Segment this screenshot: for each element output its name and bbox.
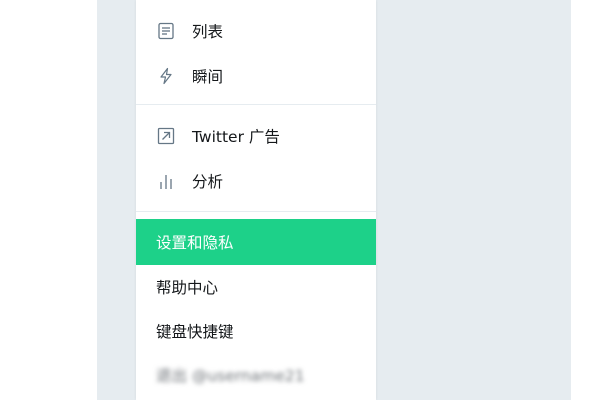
left-margin (0, 0, 97, 400)
menu-item-lists[interactable]: 列表 (136, 8, 376, 54)
menu-item-label: 列表 (192, 23, 224, 41)
menu-item-label: 设置和隐私 (156, 234, 234, 252)
menu-item-moments[interactable]: 瞬间 (136, 53, 376, 99)
menu-divider (136, 104, 376, 105)
menu-item-help-center[interactable]: 帮助中心 (136, 264, 376, 310)
right-margin (571, 0, 600, 400)
lightning-icon (156, 66, 176, 86)
menu-item-label: 帮助中心 (156, 279, 219, 297)
menu-divider (136, 211, 376, 212)
menu-item-logout[interactable]: 退出 @username21 (136, 352, 376, 398)
external-arrow-icon (156, 126, 176, 146)
menu-item-analytics[interactable]: 分析 (136, 158, 376, 204)
menu-item-label: 瞬间 (192, 68, 224, 86)
menu-item-label: 退出 @username21 (156, 367, 305, 385)
list-icon (156, 21, 176, 41)
menu-item-settings-privacy[interactable]: 设置和隐私 (136, 219, 376, 265)
menu-item-label: Twitter 广告 (192, 128, 280, 146)
bar-chart-icon (156, 171, 176, 191)
menu-item-twitter-ads[interactable]: Twitter 广告 (136, 113, 376, 159)
menu-item-keyboard-shortcuts[interactable]: 键盘快捷键 (136, 308, 376, 354)
menu-item-label: 分析 (192, 173, 224, 191)
more-menu: 列表 瞬间 Twitter 广告 分析 设置和隐私 帮助中心 键盘快捷键 退出 … (136, 0, 376, 400)
menu-item-label: 键盘快捷键 (156, 323, 234, 341)
